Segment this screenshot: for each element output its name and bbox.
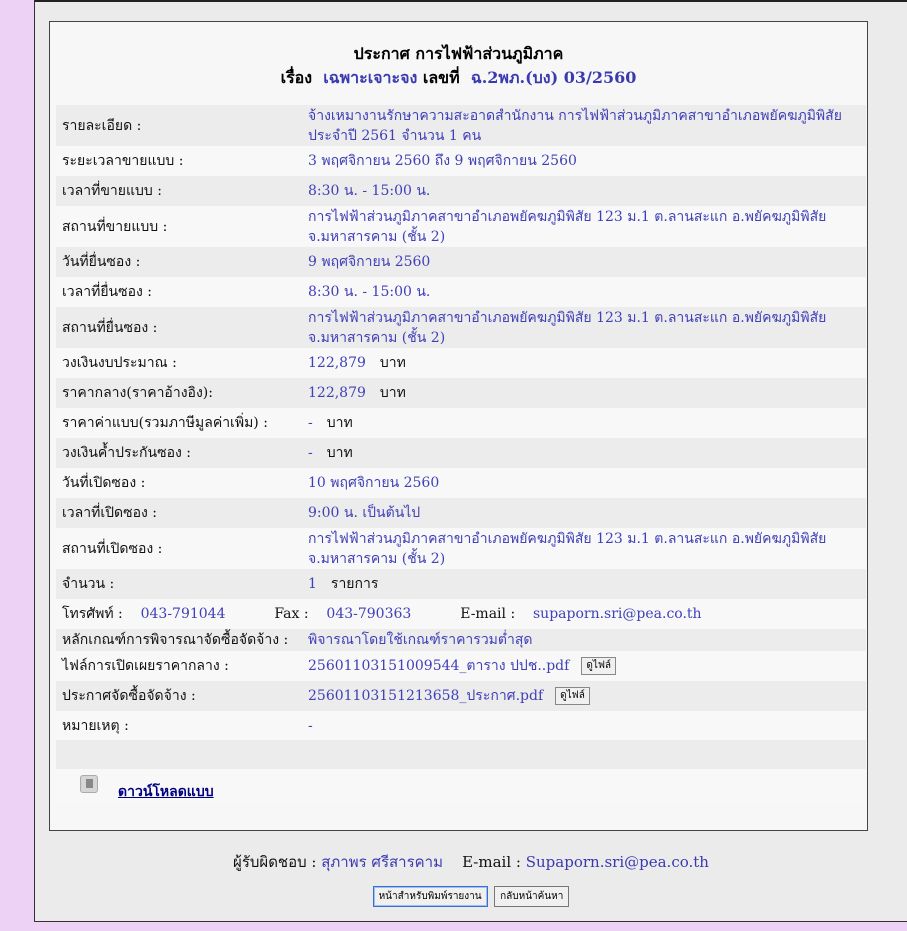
fax-value: 043-790363	[326, 606, 412, 622]
details-table: รายละเอียด : จ้างเหมางานรักษาความสะอาดสำน…	[56, 105, 866, 741]
row-value: 122,879	[308, 385, 366, 401]
responsible-label: ผู้รับผิดชอบ :	[233, 853, 317, 871]
table-row: รายละเอียด : จ้างเหมางานรักษาความสะอาดสำน…	[56, 105, 866, 146]
row-unit: บาท	[379, 355, 406, 371]
row-label: สถานที่ขายแบบ :	[56, 206, 302, 247]
file-label: ไฟล์การเปิดเผยราคากลาง :	[56, 651, 302, 681]
remark-row: หมายเหตุ :-	[56, 711, 866, 741]
action-buttons: หน้าสำหรับพิมพ์รายงาน กลับหน้าค้นหา	[35, 886, 907, 907]
row-label: วันที่เปิดซอง :	[56, 468, 302, 498]
table-row: ระยะเวลาขายแบบ :3 พฤศจิกายน 2560 ถึง 9 พ…	[56, 146, 866, 176]
footer-email: Supaporn.sri@pea.co.th	[525, 853, 709, 871]
view-file-button[interactable]: ดูไฟล์	[555, 687, 590, 705]
responsible-name: สุภาพร ศรีสารคาม	[321, 853, 443, 871]
row-label: วงเงินค้ำประกันซอง :	[56, 438, 302, 468]
remark-value: -	[302, 711, 866, 741]
row-label: ราคากลาง(ราคาอ้างอิง):	[56, 378, 302, 408]
row-value: 9:00 น. เป็นต้นไป	[302, 498, 866, 528]
criteria-value: พิจารณาโดยใช้เกณฑ์ราคารวมต่ำสุด	[302, 629, 866, 651]
email-label: E-mail :	[460, 606, 516, 622]
row-label: เวลาที่เปิดซอง :	[56, 498, 302, 528]
remark-label: หมายเหตุ :	[56, 711, 302, 741]
row-value: การไฟฟ้าส่วนภูมิภาคสาขาอำเภอพยัคฆภูมิพิส…	[302, 206, 866, 247]
row-label: วงเงินงบประมาณ :	[56, 348, 302, 378]
file-row: ประกาศจัดซื้อจัดจ้าง : 25601103151213658_…	[56, 681, 866, 711]
row-label: เวลาที่ขายแบบ :	[56, 176, 302, 206]
table-row: สถานที่เปิดซอง : การไฟฟ้าส่วนภูมิภาคสาขาอ…	[56, 528, 866, 569]
row-value: การไฟฟ้าส่วนภูมิภาคสาขาอำเภอพยัคฆภูมิพิส…	[302, 528, 866, 569]
fax-label: Fax :	[274, 606, 309, 622]
row-value: 122,879	[308, 355, 366, 371]
phone-value: 043-791044	[140, 606, 226, 622]
subject-label: เรื่อง	[280, 68, 313, 87]
back-to-search-button[interactable]: กลับหน้าค้นหา	[494, 886, 570, 907]
file-link[interactable]: 25601103151009544_ตาราง ปปช..pdf	[308, 658, 569, 674]
table-row: จำนวน : 1 รายการ	[56, 569, 866, 599]
view-file-button[interactable]: ดูไฟล์	[581, 657, 617, 675]
row-label: ราคาค่าแบบ(รวมภาษีมูลค่าเพิ่ม) :	[56, 408, 302, 438]
file-row: ไฟล์การเปิดเผยราคากลาง : 2560110315100954…	[56, 651, 866, 681]
table-row: วันที่เปิดซอง :10 พฤศจิกายน 2560	[56, 468, 866, 498]
file-link[interactable]: 25601103151213658_ประกาศ.pdf	[308, 688, 543, 704]
footer-contact: ผู้รับผิดชอบ : สุภาพร ศรีสารคาม E-mail :…	[35, 850, 907, 874]
row-value: 1	[308, 576, 317, 592]
contact-row: โทรศัพท์ : 043-791044 Fax : 043-790363 E…	[56, 599, 866, 629]
file-label: ประกาศจัดซื้อจัดจ้าง :	[56, 681, 302, 711]
print-page-button[interactable]: หน้าสำหรับพิมพ์รายงาน	[372, 886, 488, 907]
table-row: วงเงินงบประมาณ : 122,879 บาท	[56, 348, 866, 378]
row-unit: บาท	[326, 415, 353, 431]
row-label: สถานที่เปิดซอง :	[56, 528, 302, 569]
row-value: การไฟฟ้าส่วนภูมิภาคสาขาอำเภอพยัคฆภูมิพิส…	[302, 307, 866, 348]
row-unit: รายการ	[330, 576, 379, 592]
announcement-subject: เรื่อง เฉพาะเจาะจง เลขที่ ฉ.2พภ.(บง) 03/…	[50, 66, 867, 91]
row-value: 10 พฤศจิกายน 2560	[302, 468, 866, 498]
phone-label: โทรศัพท์ :	[62, 606, 123, 622]
criteria-label: หลักเกณฑ์การพิจารณาจัดซื้อจัดจ้าง :	[56, 629, 302, 651]
row-label: ระยะเวลาขายแบบ :	[56, 146, 302, 176]
announcement-panel: ประกาศ การไฟฟ้าส่วนภูมิภาค เรื่อง เฉพาะเ…	[49, 21, 868, 831]
row-label: สถานที่ยื่นซอง :	[56, 307, 302, 348]
row-value: จ้างเหมางานรักษาความสะอาดสำนักงาน การไฟฟ…	[302, 105, 866, 146]
footer-email-label: E-mail :	[462, 853, 521, 871]
row-value: 8:30 น. - 15:00 น.	[302, 176, 866, 206]
table-row: เวลาที่เปิดซอง :9:00 น. เป็นต้นไป	[56, 498, 866, 528]
download-link[interactable]: ดาวน์โหลดแบบ	[118, 781, 214, 803]
table-row: เวลาที่ขายแบบ :8:30 น. - 15:00 น.	[56, 176, 866, 206]
number-label: เลขที่	[422, 68, 460, 87]
subject-value: เฉพาะเจาะจง	[323, 68, 418, 87]
row-unit: บาท	[379, 385, 406, 401]
table-row: ราคาค่าแบบ(รวมภาษีมูลค่าเพิ่ม) : - บาท	[56, 408, 866, 438]
table-row: วันที่ยื่นซอง :9 พฤศจิกายน 2560	[56, 247, 866, 277]
email-value: supaporn.sri@pea.co.th	[533, 606, 702, 622]
row-label: รายละเอียด :	[56, 105, 302, 146]
table-row: สถานที่ขายแบบ : การไฟฟ้าส่วนภูมิภาคสาขาอำ…	[56, 206, 866, 247]
row-value: 3 พฤศจิกายน 2560 ถึง 9 พฤศจิกายน 2560	[302, 146, 866, 176]
table-row: สถานที่ยื่นซอง : การไฟฟ้าส่วนภูมิภาคสาขาอ…	[56, 307, 866, 348]
row-unit: บาท	[326, 445, 353, 461]
row-value: 8:30 น. - 15:00 น.	[302, 277, 866, 307]
row-label: จำนวน :	[56, 569, 302, 599]
table-row: วงเงินค้ำประกันซอง : - บาท	[56, 438, 866, 468]
row-value: -	[308, 415, 313, 431]
document-icon	[80, 775, 98, 793]
announcement-title: ประกาศ การไฟฟ้าส่วนภูมิภาค	[353, 44, 564, 63]
table-row: เวลาที่ยื่นซอง :8:30 น. - 15:00 น.	[56, 277, 866, 307]
download-row: ดาวน์โหลดแบบ	[56, 769, 866, 803]
row-value: 9 พฤศจิกายน 2560	[302, 247, 866, 277]
number-value: ฉ.2พภ.(บง) 03/2560	[470, 68, 637, 87]
page-container: ประกาศ การไฟฟ้าส่วนภูมิภาค เรื่อง เฉพาะเ…	[34, 0, 907, 922]
top-border	[35, 0, 907, 2]
spacer-row	[56, 740, 866, 769]
row-label: วันที่ยื่นซอง :	[56, 247, 302, 277]
row-label: เวลาที่ยื่นซอง :	[56, 277, 302, 307]
criteria-row: หลักเกณฑ์การพิจารณาจัดซื้อจัดจ้าง : พิจาร…	[56, 629, 866, 651]
table-row: ราคากลาง(ราคาอ้างอิง): 122,879 บาท	[56, 378, 866, 408]
row-value: -	[308, 445, 313, 461]
